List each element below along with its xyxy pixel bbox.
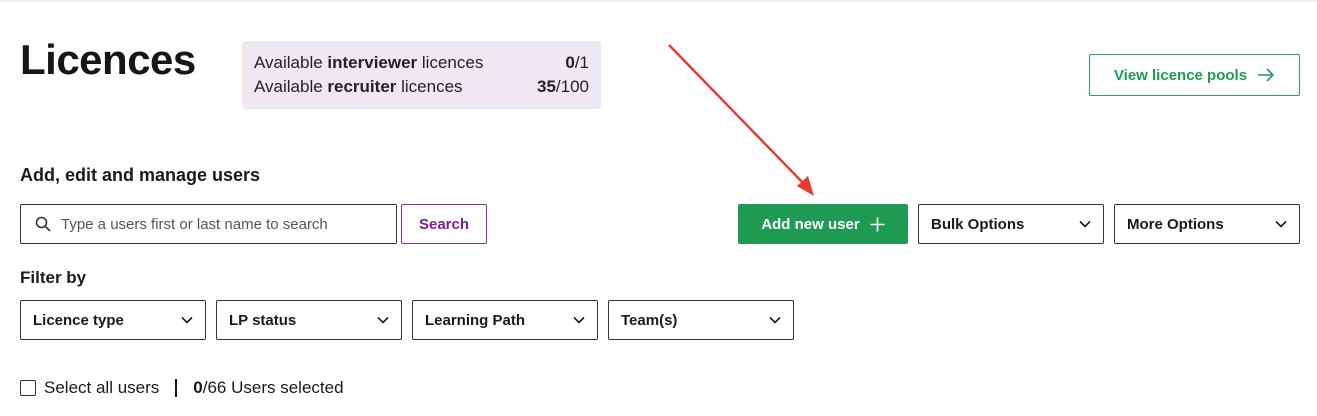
recruiter-licence-row: Available recruiter licences 35/100 [254, 75, 589, 99]
filter-licence-type-dropdown[interactable]: Licence type [20, 300, 206, 340]
filter-teams-label: Team(s) [621, 311, 678, 329]
interviewer-licence-count: 0/1 [565, 53, 589, 72]
more-options-dropdown[interactable]: More Options [1114, 204, 1300, 244]
chevron-down-icon [1079, 220, 1091, 228]
more-options-label: More Options [1127, 215, 1224, 233]
annotation-arrow-line [668, 44, 807, 187]
chevron-down-icon [1275, 220, 1287, 228]
filter-by-title: Filter by [20, 268, 87, 287]
selection-bar: Select all users 0/66 Users selected [20, 378, 344, 398]
view-licence-pools-button[interactable]: View licence pools [1089, 54, 1300, 96]
view-licence-pools-label: View licence pools [1113, 66, 1248, 84]
chevron-down-icon [769, 316, 781, 324]
page-title: Licences [20, 36, 196, 83]
selected-count-text: 0/66 Users selected [193, 378, 344, 397]
bulk-options-label: Bulk Options [931, 215, 1025, 233]
filter-teams-dropdown[interactable]: Team(s) [608, 300, 794, 340]
recruiter-licence-label: Available recruiter licences [254, 77, 463, 96]
licence-summary: Available interviewer licences 0/1 Avail… [242, 41, 601, 109]
search-icon [35, 216, 51, 232]
chevron-down-icon [573, 316, 585, 324]
filter-licence-type-label: Licence type [33, 311, 124, 329]
arrow-right-icon [1257, 68, 1275, 82]
filter-learning-path-label: Learning Path [425, 311, 526, 329]
add-new-user-button[interactable]: Add new user [738, 204, 908, 244]
section-title: Add, edit and manage users [20, 165, 261, 185]
annotation-arrow-head [797, 176, 814, 196]
top-divider [0, 0, 1317, 2]
selection-divider [175, 379, 178, 397]
search-button[interactable]: Search [401, 204, 487, 244]
recruiter-licence-count: 35/100 [536, 77, 589, 96]
filter-lp-status-dropdown[interactable]: LP status [216, 300, 402, 340]
bulk-options-dropdown[interactable]: Bulk Options [918, 204, 1104, 244]
select-all-checkbox[interactable] [20, 380, 36, 396]
search-field[interactable] [20, 204, 397, 244]
select-all-label[interactable]: Select all users [44, 378, 159, 398]
chevron-down-icon [377, 316, 389, 324]
plus-icon [870, 217, 885, 232]
interviewer-licence-row: Available interviewer licences 0/1 [254, 51, 589, 75]
chevron-down-icon [181, 316, 193, 324]
filter-learning-path-dropdown[interactable]: Learning Path [412, 300, 598, 340]
search-input[interactable] [61, 215, 381, 233]
filter-lp-status-label: LP status [229, 311, 297, 329]
add-new-user-label: Add new user [761, 215, 860, 233]
interviewer-licence-label: Available interviewer licences [254, 53, 484, 72]
